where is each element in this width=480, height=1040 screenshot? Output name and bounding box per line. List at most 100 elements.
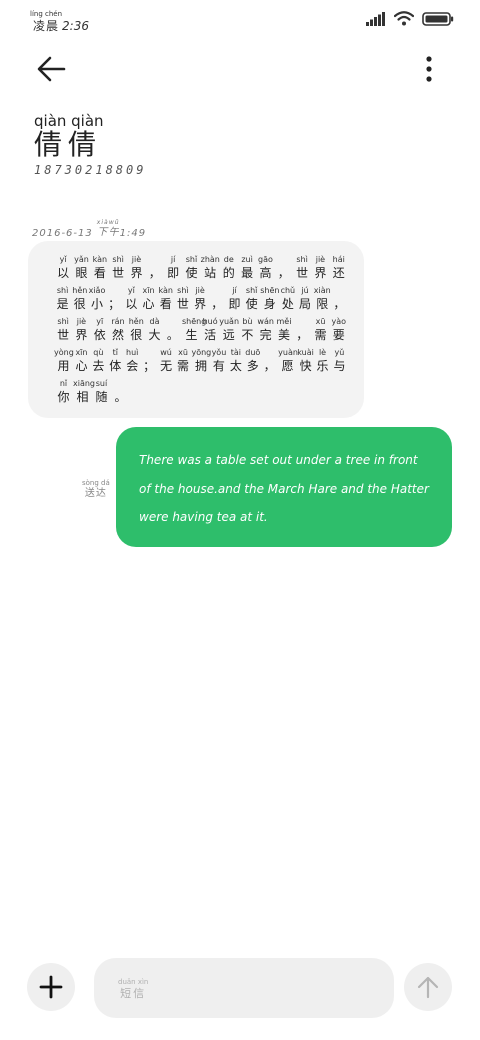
ruby-char-char: 拥 <box>194 359 207 373</box>
ruby-char: yǎn 眼 <box>72 255 90 281</box>
ruby-char: shēn 身 <box>260 286 279 312</box>
ruby-char-pinyin: wán <box>257 317 274 326</box>
ruby-char: yǐ 以 <box>54 255 72 281</box>
ruby-char-char: 需 <box>176 359 189 373</box>
sent-message-bubble[interactable]: There was a table set out under a tree i… <box>116 427 452 547</box>
ruby-char-pinyin: jiè <box>315 255 326 264</box>
message-input[interactable]: duǎn xìn 短信 <box>94 958 394 1018</box>
ruby-char-pinyin: jiè <box>131 255 142 264</box>
ruby-char-char: 相 <box>76 390 89 404</box>
ruby-char-pinyin: yōng <box>191 348 212 357</box>
ruby-char: yòng 用 <box>54 348 74 374</box>
ruby-char: nǐ 你 <box>54 379 73 405</box>
ruby-char: jiè 界 <box>311 255 329 281</box>
ruby-char-pinyin: yǐ <box>127 286 135 295</box>
ruby-char-char: ， <box>296 328 309 342</box>
ruby-char-char: 眼 <box>75 266 88 280</box>
ruby-char-char: 世 <box>176 297 189 311</box>
ruby-char-char: 美 <box>277 328 290 342</box>
ruby-char-pinyin: shǐ <box>245 286 258 295</box>
ruby-char-char: 你 <box>57 390 70 404</box>
ruby-char-pinyin: suí <box>95 379 108 388</box>
ruby-char-char: ， <box>333 297 346 311</box>
ruby-char: de 的 <box>220 255 238 281</box>
more-options-button[interactable] <box>414 52 444 86</box>
ruby-char-char: 世 <box>112 266 125 280</box>
timestamp-ampm-char-1: wǔ 午 <box>109 219 120 239</box>
ruby-char-char: 。 <box>114 390 127 404</box>
ruby-char: kàn 看 <box>91 255 109 281</box>
ruby-char: jiè 界 <box>127 255 145 281</box>
back-button[interactable] <box>30 52 70 86</box>
ruby-char-pinyin: zuì <box>241 255 253 264</box>
arrow-left-icon <box>37 56 66 82</box>
ruby-char-pinyin: yǒu <box>211 348 227 357</box>
ruby-char-char: 远 <box>222 328 235 342</box>
ruby-char: tǐ 体 <box>107 348 124 374</box>
message-line-4: nǐ 你xiāng 相 suí 随.。 <box>54 379 348 405</box>
ruby-char-pinyin: shì <box>57 317 69 326</box>
ruby-char-pinyin: yī <box>96 317 104 326</box>
ruby-char-char: 看 <box>93 266 106 280</box>
received-message-bubble[interactable]: yǐ以yǎn眼kàn看shì世jiè界.，jí即shǐ使zhàn站de的zuì最… <box>28 241 364 418</box>
ruby-char-pinyin: xīn <box>142 286 155 295</box>
ruby-char-char: 是 <box>56 297 69 311</box>
ruby-char-pinyin: yǐ <box>59 255 67 264</box>
ruby-char-pinyin: yǎn <box>74 255 89 264</box>
ruby-char-pinyin: yuǎn <box>219 317 240 326</box>
ruby-char: huó 活 <box>201 317 219 343</box>
ruby-char-char: 高 <box>259 266 272 280</box>
ruby-char: wán 完 <box>257 317 275 343</box>
ruby-char-pinyin: xū <box>178 348 188 357</box>
timestamp-date: 2016-6-13 <box>32 228 93 239</box>
ruby-char-pinyin: yǔ <box>334 348 345 357</box>
ruby-char: wú 无 <box>158 348 175 374</box>
ruby-char-char: 随 <box>95 390 108 404</box>
ruby-char-char: 然 <box>111 328 124 342</box>
attach-button[interactable] <box>27 963 75 1011</box>
ruby-char-pinyin: tài <box>230 348 241 357</box>
ruby-char: chǔ 处 <box>279 286 296 312</box>
ruby-char-char: ； <box>108 297 121 311</box>
ruby-char-pinyin: měi <box>276 317 292 326</box>
message-timestamp: 2016-6-13 xià 下 wǔ 午 1:49 <box>32 219 146 239</box>
timestamp-ampm-char-0-pinyin: xià <box>96 219 109 226</box>
ruby-char: jú 局 <box>296 286 313 312</box>
sent-message-text: There was a table set out under a tree i… <box>139 453 429 524</box>
ruby-char: .， <box>275 255 293 281</box>
status-time-digits: 2:36 <box>62 19 89 33</box>
ruby-char-pinyin: tǐ <box>112 348 118 357</box>
ruby-char-char: 体 <box>109 359 122 373</box>
ruby-char-pinyin: kàn <box>158 286 173 295</box>
ruby-char-pinyin: hěn <box>128 317 144 326</box>
ruby-char: gāo 高 <box>256 255 274 281</box>
ruby-char: yǐ 以 <box>123 286 140 312</box>
timestamp-ampm-char-0: xià 下 <box>97 219 109 239</box>
ruby-char: zhàn 站 <box>201 255 220 281</box>
ruby-char: shì 世 <box>293 255 311 281</box>
ruby-char: huì 会 <box>124 348 141 374</box>
ruby-char: shì 世 <box>109 255 127 281</box>
ruby-char: jí 即 <box>164 255 182 281</box>
ruby-char-pinyin: shēng <box>181 317 207 326</box>
ruby-char-pinyin: lè <box>318 348 327 357</box>
timestamp-ampm: xià 下 wǔ 午 <box>97 219 120 239</box>
ruby-char: xiàn 限 <box>314 286 331 312</box>
ruby-char-char: 快 <box>299 359 312 373</box>
signal-icon <box>366 11 385 26</box>
ruby-char-pinyin: duō <box>245 348 261 357</box>
ruby-char: yào 要 <box>330 317 348 343</box>
ruby-char: bù 不 <box>238 317 256 343</box>
ruby-char: .， <box>146 255 164 281</box>
send-button[interactable] <box>404 963 452 1011</box>
ruby-char: .； <box>106 286 123 312</box>
ruby-char-char: 界 <box>130 266 143 280</box>
ruby-char: yī 依 <box>91 317 109 343</box>
ruby-char: .， <box>331 286 348 312</box>
contact-name: qiàn qiàn 倩倩 <box>34 112 104 160</box>
ruby-char-char: 用 <box>57 359 70 373</box>
ruby-char: jí 即 <box>226 286 243 312</box>
status-bar: líng chén 凌晨 2:36 <box>0 0 480 40</box>
ruby-char-char: 局 <box>299 297 312 311</box>
ruby-char-pinyin: xū <box>315 317 326 326</box>
